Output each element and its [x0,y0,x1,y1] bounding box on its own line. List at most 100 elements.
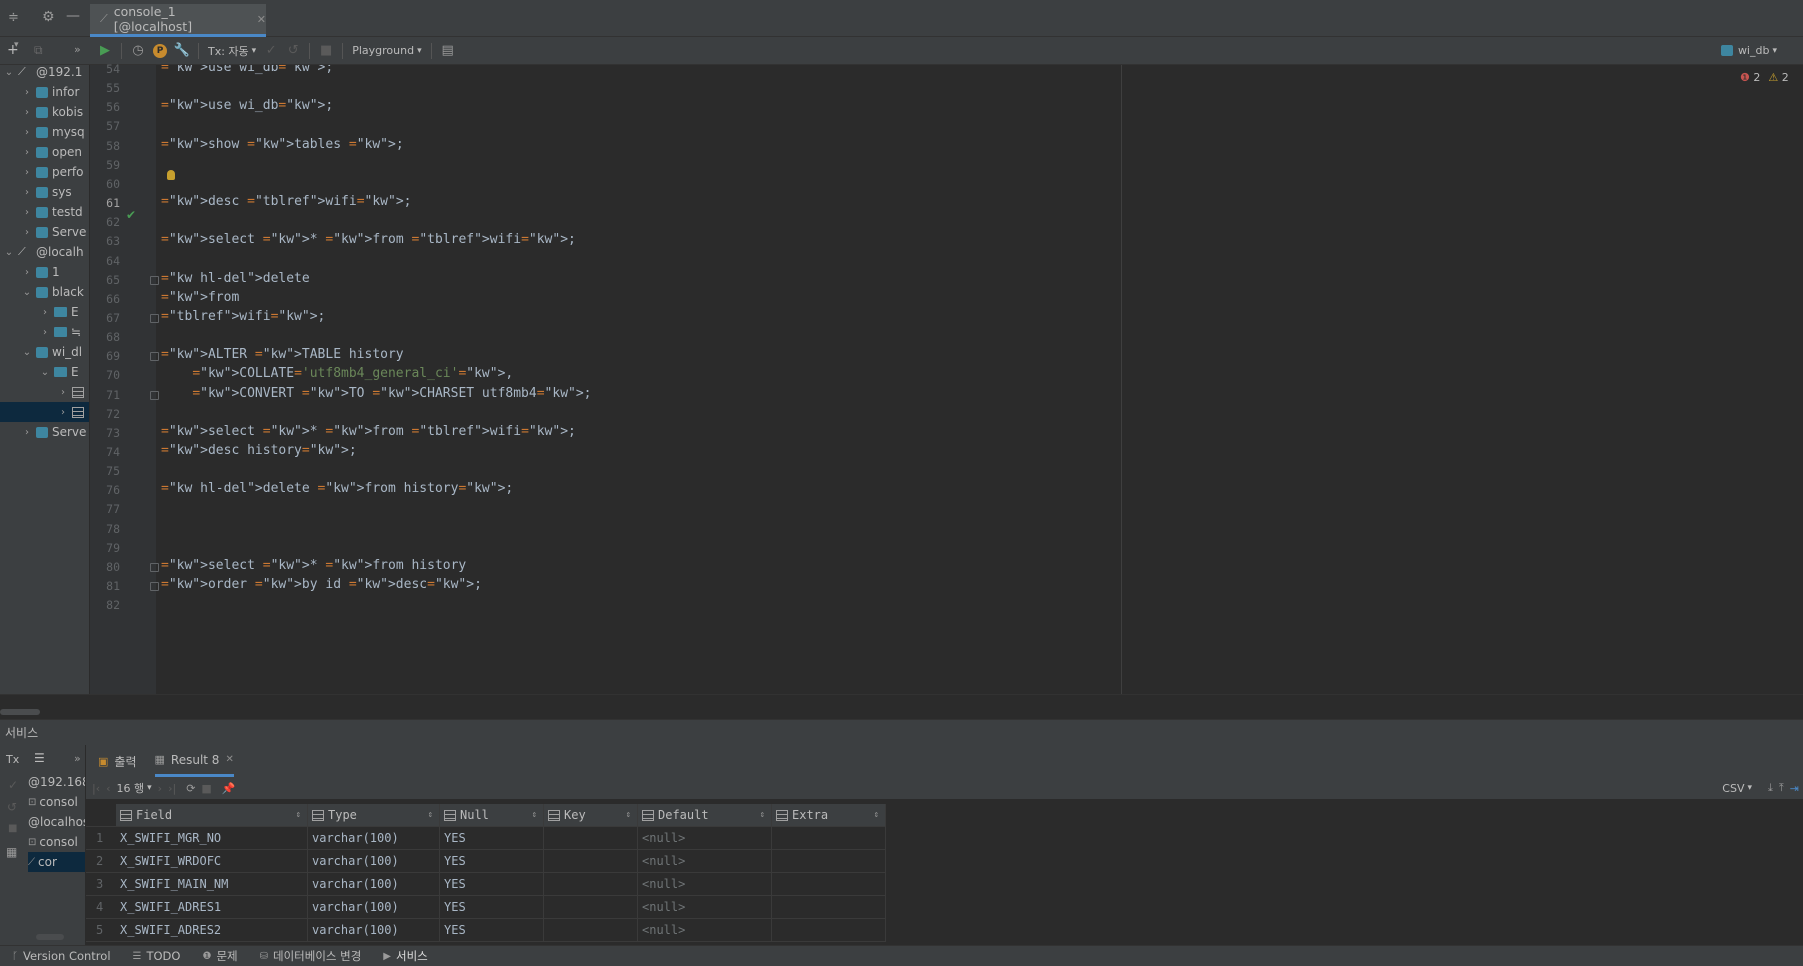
code-line[interactable]: ="kw">desc history="kw">; [161,443,357,458]
tree-item[interactable]: › open [0,142,89,162]
stop-icon[interactable]: ■ [8,823,17,834]
code-line[interactable]: ="kw">from [161,290,239,305]
row-count-dropdown[interactable]: 16 행 ▾ [117,780,152,796]
next-page-icon[interactable]: › [158,782,162,795]
history-icon[interactable]: ◷ [127,40,149,62]
chevron-right-icon[interactable]: › [22,267,32,278]
table-cell[interactable]: varchar(100) [308,850,440,873]
fold-marker-icon[interactable] [150,352,159,362]
service-item[interactable]: ⟋ cor [28,852,85,872]
table-cell[interactable]: YES [440,896,544,919]
close-icon[interactable]: ✕ [257,13,266,26]
table-cell[interactable]: X_SWIFI_MGR_NO [116,827,308,850]
expand-all-icon[interactable]: ☰ [34,751,45,765]
code-line[interactable]: ="kw">show ="kw">tables ="kw">; [161,137,404,152]
chevron-down-icon[interactable]: ⌄ [40,367,50,378]
tree-item[interactable]: › mysq [0,122,89,142]
tab-result[interactable]: ▦ Result 8 ✕ [154,745,234,777]
chevron-right-icon[interactable]: › [22,427,32,438]
download-icon[interactable]: ⤓ [1768,781,1773,795]
tab-console-1[interactable]: ⟋ console_1 [@localhost] ✕ [90,4,266,37]
explain-plan-icon[interactable]: P [149,40,171,62]
sort-icon[interactable]: ⇕ [532,810,537,820]
table-cell[interactable]: X_SWIFI_ADRES2 [116,919,308,942]
upload-icon[interactable]: ⤒ [1779,781,1784,795]
table-cell[interactable]: varchar(100) [308,827,440,850]
code-line[interactable]: ="kw">COLLATE='utf8mb4_general_ci'="kw">… [161,366,513,381]
sql-editor[interactable]: ="kw">use wi_db="kw">; ="kw">use wi_db="k… [156,65,1803,694]
minimize-icon[interactable]: — [66,8,80,24]
tree-item[interactable]: › sys [0,182,89,202]
table-cell[interactable]: YES [440,827,544,850]
more-icon[interactable]: » [74,752,81,765]
chevron-right-icon[interactable]: › [58,387,68,398]
table-row[interactable]: 1 X_SWIFI_MGR_NO varchar(100) YES <null> [86,827,886,850]
service-item[interactable]: ⊡@192.168 [28,772,85,792]
code-line[interactable]: ="kw">select ="kw">* ="kw">from ="tblref… [161,424,576,439]
table-cell[interactable] [544,896,638,919]
fold-marker-icon[interactable] [150,390,159,400]
more-icon[interactable]: » [74,43,81,56]
fold-marker-icon[interactable] [150,313,159,323]
chevron-right-icon[interactable]: › [58,407,68,418]
last-page-icon[interactable]: ›| [168,782,176,795]
inspection-widget[interactable]: ❶ 2 ⚠ 2 [1740,71,1789,84]
chevron-right-icon[interactable]: › [22,127,32,138]
table-cell[interactable]: X_SWIFI_MAIN_NM [116,873,308,896]
table-cell[interactable]: <null> [638,919,772,942]
tree-item[interactable]: › Serve [0,222,89,242]
code-line[interactable]: ="kw">desc ="tblref">wifi="kw">; [161,194,411,209]
table-cell[interactable]: YES [440,873,544,896]
commit-icon[interactable]: ✓ [260,40,282,62]
table-cell[interactable]: <null> [638,827,772,850]
fold-marker-icon[interactable] [150,562,159,572]
column-header[interactable]: Extra ⇕ [772,804,886,827]
code-line[interactable]: ="kw">ALTER ="kw">TABLE history [161,347,404,362]
code-line[interactable]: ="kw">select ="kw">* ="kw">from ="tblref… [161,232,576,247]
tree-item[interactable]: › testd [0,202,89,222]
tree-item[interactable]: › Serve [0,422,89,442]
table-row[interactable]: 3 X_SWIFI_MAIN_NM varchar(100) YES <null> [86,873,886,896]
table-cell[interactable]: varchar(100) [308,873,440,896]
schema-dropdown[interactable]: wi_db ▾ [1717,44,1781,57]
chevron-down-icon[interactable]: ⌄ [4,67,14,78]
chevron-right-icon[interactable]: › [40,307,50,318]
status-tool-0[interactable]: ᚴ Version Control [12,949,111,963]
sort-icon[interactable]: ⇕ [296,810,301,820]
code-line[interactable]: ="tblref">wifi="kw">; [161,309,325,324]
fold-marker-icon[interactable] [150,582,159,592]
chevron-down-icon[interactable]: ⌄ [4,247,14,258]
status-tool-4[interactable]: ▶ 서비스 [383,948,427,964]
status-tool-1[interactable]: ☰ TODO [133,949,181,963]
chevron-right-icon[interactable]: › [40,327,50,338]
table-cell[interactable]: YES [440,850,544,873]
playground-dropdown[interactable]: Playground ▾ [348,44,425,57]
table-cell[interactable] [544,850,638,873]
table-cell[interactable]: <null> [638,896,772,919]
table-row[interactable]: 4 X_SWIFI_ADRES1 varchar(100) YES <null> [86,896,886,919]
table-cell[interactable] [772,873,886,896]
table-cell[interactable] [772,850,886,873]
service-item[interactable]: ⊡ consol [28,792,78,812]
scrollbar-thumb[interactable] [36,934,64,940]
tree-item[interactable]: › infor [0,82,89,102]
fold-marker-icon[interactable] [150,275,159,285]
collapse-all-icon[interactable]: ≑ [8,10,19,25]
sort-icon[interactable]: ⇕ [428,810,433,820]
column-header[interactable]: Field ⇕ [116,804,308,827]
execute-icon[interactable]: ▶ [94,40,116,62]
stop-icon[interactable]: ■ [201,782,211,795]
table-cell[interactable] [544,827,638,850]
status-tool-2[interactable]: ❶ 문제 [202,948,237,964]
rollback-icon[interactable]: ↺ [7,800,17,814]
code-line[interactable]: ="kw">order ="kw">by id ="kw">desc="kw">… [161,577,482,592]
chevron-right-icon[interactable]: › [22,227,32,238]
rollback-icon[interactable]: ↺ [282,40,304,62]
code-line[interactable]: ="kw hl-del">delete [161,271,310,286]
tree-item[interactable]: ⌄ black [0,282,89,302]
table-row[interactable]: 5 X_SWIFI_ADRES2 varchar(100) YES <null> [86,919,886,942]
table-cell[interactable]: <null> [638,873,772,896]
tree-item[interactable]: › [0,402,89,422]
column-header[interactable]: Key ⇕ [544,804,638,827]
code-line[interactable]: ="kw">select ="kw">* ="kw">from history [161,558,466,573]
